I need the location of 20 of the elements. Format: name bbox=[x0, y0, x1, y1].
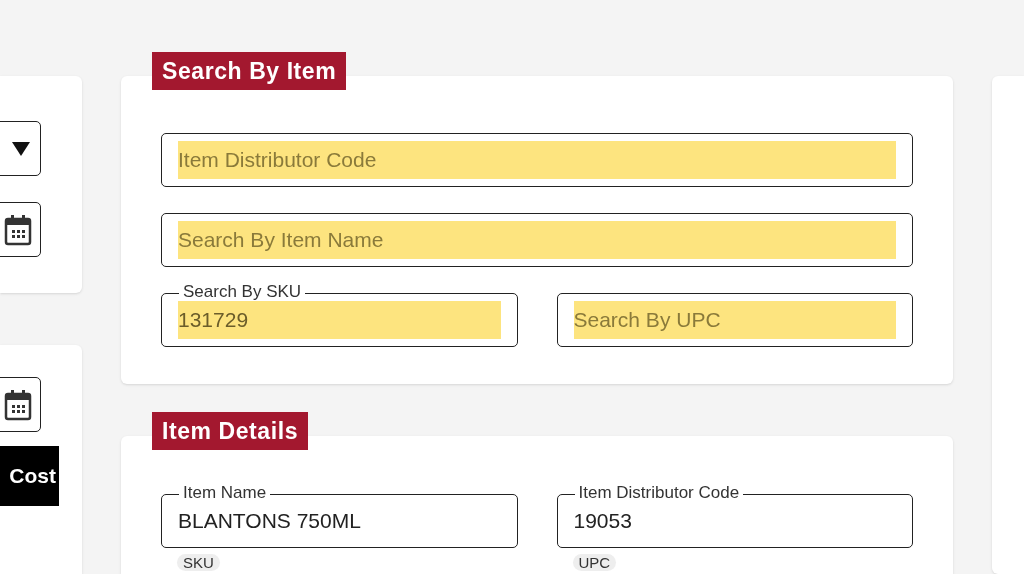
section-title: Item Details bbox=[152, 412, 308, 450]
cost-button[interactable]: Cost bbox=[0, 446, 59, 506]
field-label: Item Name bbox=[179, 485, 271, 501]
calendar-icon bbox=[4, 213, 32, 246]
calendar-icon bbox=[4, 388, 32, 421]
field-value: 131729 bbox=[178, 307, 249, 334]
field-value: BLANTONS 750ML bbox=[178, 508, 361, 535]
section-title: Search By Item bbox=[152, 52, 347, 90]
field-placeholder: Search By UPC bbox=[573, 307, 721, 334]
field-placeholder: Item Distributor Code bbox=[178, 147, 377, 174]
caret-icon bbox=[12, 141, 30, 156]
field-label: Item Distributor Code bbox=[574, 485, 744, 501]
field-value: 19053 bbox=[573, 508, 632, 535]
field-label: UPC bbox=[572, 554, 617, 571]
field-label: Search By SKU bbox=[179, 284, 306, 300]
field-label: SKU bbox=[177, 554, 220, 571]
input-field[interactable]: Item Distributor Code bbox=[161, 133, 913, 187]
input-field[interactable]: Search By UPC bbox=[556, 293, 913, 347]
input-field[interactable]: Search By Item Name bbox=[161, 213, 913, 267]
field-placeholder: Search By Item Name bbox=[178, 227, 384, 254]
